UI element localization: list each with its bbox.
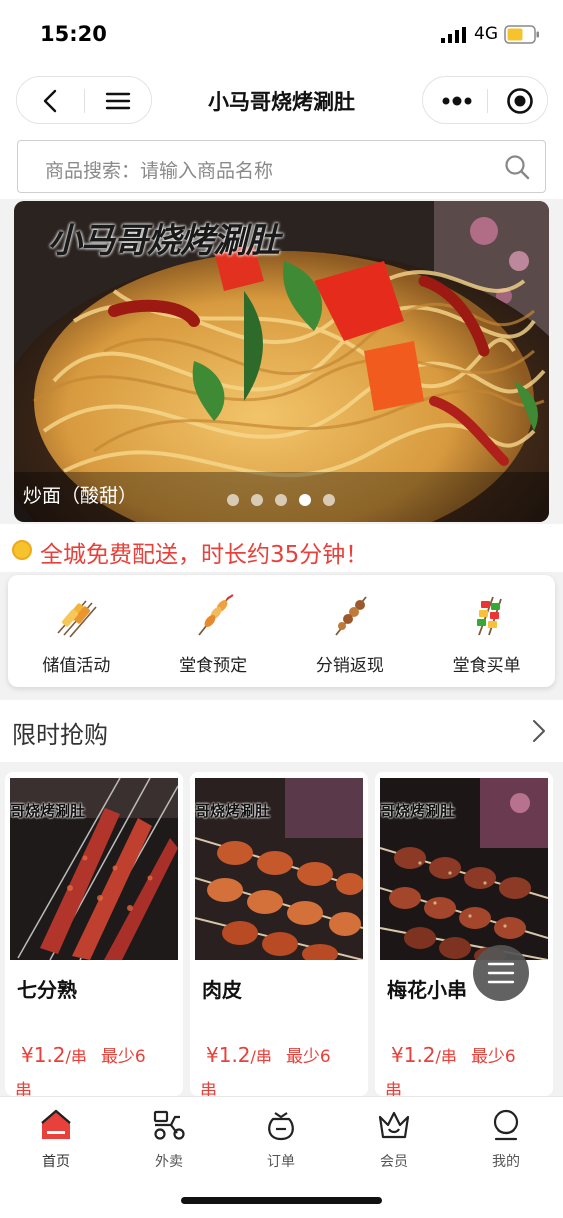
notice-text: 全城免费配送，时长约35分钟！ bbox=[40, 542, 369, 568]
floating-menu-button[interactable] bbox=[473, 945, 529, 1001]
skewer-icon bbox=[198, 594, 234, 636]
tab-home[interactable]: 首页 bbox=[0, 1105, 112, 1175]
carousel-dot-active[interactable] bbox=[299, 494, 311, 506]
tab-label: 首页 bbox=[42, 1154, 70, 1170]
product-brand-watermark: 哥烧烤涮肚 bbox=[380, 802, 456, 820]
product-min-qty: 最少6 bbox=[100, 1047, 146, 1067]
nav-right-capsule bbox=[422, 76, 548, 124]
search-icon[interactable] bbox=[503, 153, 531, 181]
skewer-icon bbox=[476, 596, 502, 636]
product-image: 哥烧烤涮肚 bbox=[10, 778, 178, 960]
product-card[interactable]: 哥烧烤涮肚 七分熟 ¥1.2/串 最少6 串 bbox=[5, 772, 183, 1096]
product-name: 七分熟 bbox=[17, 978, 77, 1002]
more-icon[interactable] bbox=[441, 87, 473, 115]
chevron-right-icon[interactable] bbox=[527, 718, 549, 744]
bag-icon bbox=[268, 1112, 294, 1141]
page-title: 小马哥烧烤涮肚 bbox=[208, 90, 355, 114]
tab-takeout[interactable]: 外卖 bbox=[113, 1105, 225, 1175]
skewer-icon bbox=[335, 596, 367, 636]
carousel-dot[interactable] bbox=[251, 494, 263, 506]
product-image: 哥烧烤涮肚 bbox=[195, 778, 363, 960]
product-card[interactable]: 哥烧烤涮肚 梅花小串 ¥1.2/串 最少6 串 bbox=[375, 772, 553, 1096]
banner-brand-text: 小马哥烧烤涮肚 bbox=[48, 221, 280, 261]
product-name: 肉皮 bbox=[202, 978, 242, 1002]
quick-item-label: 堂食预定 bbox=[179, 656, 248, 676]
carousel-indicator bbox=[227, 494, 335, 506]
scooter-icon bbox=[153, 1110, 185, 1140]
product-price: ¥1.2 bbox=[391, 1043, 436, 1067]
close-miniprogram-icon[interactable] bbox=[505, 86, 535, 116]
back-icon[interactable] bbox=[35, 85, 67, 117]
carousel-dot[interactable] bbox=[323, 494, 335, 506]
skewer-icon bbox=[57, 600, 97, 638]
menu-icon bbox=[487, 962, 515, 984]
tab-orders[interactable]: 订单 bbox=[225, 1105, 337, 1175]
quick-item-dine-in-reserve[interactable]: 堂食预定 bbox=[145, 575, 282, 687]
status-bar: 15:20 4G bbox=[0, 0, 563, 66]
flash-sale-title: 限时抢购 bbox=[12, 721, 108, 749]
home-icon bbox=[41, 1109, 71, 1139]
quick-menu: 储值活动 堂食预定 分销返现 堂食买单 bbox=[8, 575, 555, 687]
coin-icon bbox=[12, 540, 32, 560]
tab-mine[interactable]: 我的 bbox=[450, 1105, 562, 1175]
nav-left-capsule bbox=[16, 76, 152, 124]
carousel-dot[interactable] bbox=[227, 494, 239, 506]
product-price: ¥1.2 bbox=[21, 1043, 66, 1067]
banner-carousel[interactable]: 小马哥烧烤涮肚 炒面（酸甜） bbox=[14, 201, 549, 522]
search-input[interactable]: 商品搜索：请输入商品名称 bbox=[17, 140, 546, 193]
network-type: 4G bbox=[474, 24, 498, 44]
tab-member[interactable]: 会员 bbox=[338, 1105, 450, 1175]
product-price-unit: /串 bbox=[435, 1047, 457, 1066]
product-min-unit: 串 bbox=[385, 1081, 402, 1096]
quick-item-label: 分销返现 bbox=[315, 656, 384, 676]
product-price-row: ¥1.2/串 最少6 bbox=[206, 1042, 331, 1067]
carousel-dot[interactable] bbox=[275, 494, 287, 506]
product-price-row: ¥1.2/串 最少6 bbox=[391, 1042, 516, 1067]
product-card[interactable]: 哥烧烤涮肚 肉皮 ¥1.2/串 最少6 串 bbox=[190, 772, 368, 1096]
product-price: ¥1.2 bbox=[206, 1043, 251, 1067]
tab-label: 会员 bbox=[380, 1154, 408, 1170]
product-image: 哥烧烤涮肚 bbox=[380, 778, 548, 960]
product-brand-watermark: 哥烧烤涮肚 bbox=[10, 802, 86, 820]
menu-icon[interactable] bbox=[103, 86, 133, 116]
tab-label: 外卖 bbox=[155, 1154, 183, 1170]
divider bbox=[487, 89, 488, 113]
signal-icon bbox=[441, 27, 466, 43]
product-price-unit: /串 bbox=[250, 1047, 272, 1066]
home-indicator bbox=[181, 1197, 382, 1204]
divider bbox=[84, 89, 85, 113]
product-min-unit: 串 bbox=[15, 1081, 32, 1096]
flash-sale-header[interactable]: 限时抢购 bbox=[0, 700, 563, 762]
tab-label: 订单 bbox=[267, 1154, 295, 1170]
search-placeholder: 商品搜索：请输入商品名称 bbox=[45, 160, 274, 182]
tab-label: 我的 bbox=[492, 1154, 520, 1170]
quick-item-label: 储值活动 bbox=[42, 656, 111, 676]
product-min-unit: 串 bbox=[200, 1081, 217, 1096]
nav-bar: 小马哥烧烤涮肚 bbox=[0, 66, 563, 134]
product-brand-watermark: 哥烧烤涮肚 bbox=[195, 802, 271, 820]
delivery-notice: 全城免费配送，时长约35分钟！ bbox=[0, 528, 563, 570]
quick-item-dine-in-pay[interactable]: 堂食买单 bbox=[418, 575, 555, 687]
battery-icon bbox=[504, 25, 539, 44]
product-min-qty: 最少6 bbox=[470, 1047, 516, 1067]
quick-item-stored-value[interactable]: 储值活动 bbox=[8, 575, 145, 687]
product-name: 梅花小串 bbox=[387, 978, 467, 1002]
product-price-row: ¥1.2/串 最少6 bbox=[21, 1042, 146, 1067]
quick-item-distribution-cashback[interactable]: 分销返现 bbox=[282, 575, 419, 687]
crown-icon bbox=[378, 1111, 410, 1139]
product-min-qty: 最少6 bbox=[285, 1047, 331, 1067]
banner-caption: 炒面（酸甜） bbox=[23, 485, 138, 507]
product-price-unit: /串 bbox=[65, 1047, 87, 1066]
status-time: 15:20 bbox=[40, 22, 107, 46]
quick-item-label: 堂食买单 bbox=[452, 656, 521, 676]
user-icon bbox=[493, 1109, 519, 1141]
